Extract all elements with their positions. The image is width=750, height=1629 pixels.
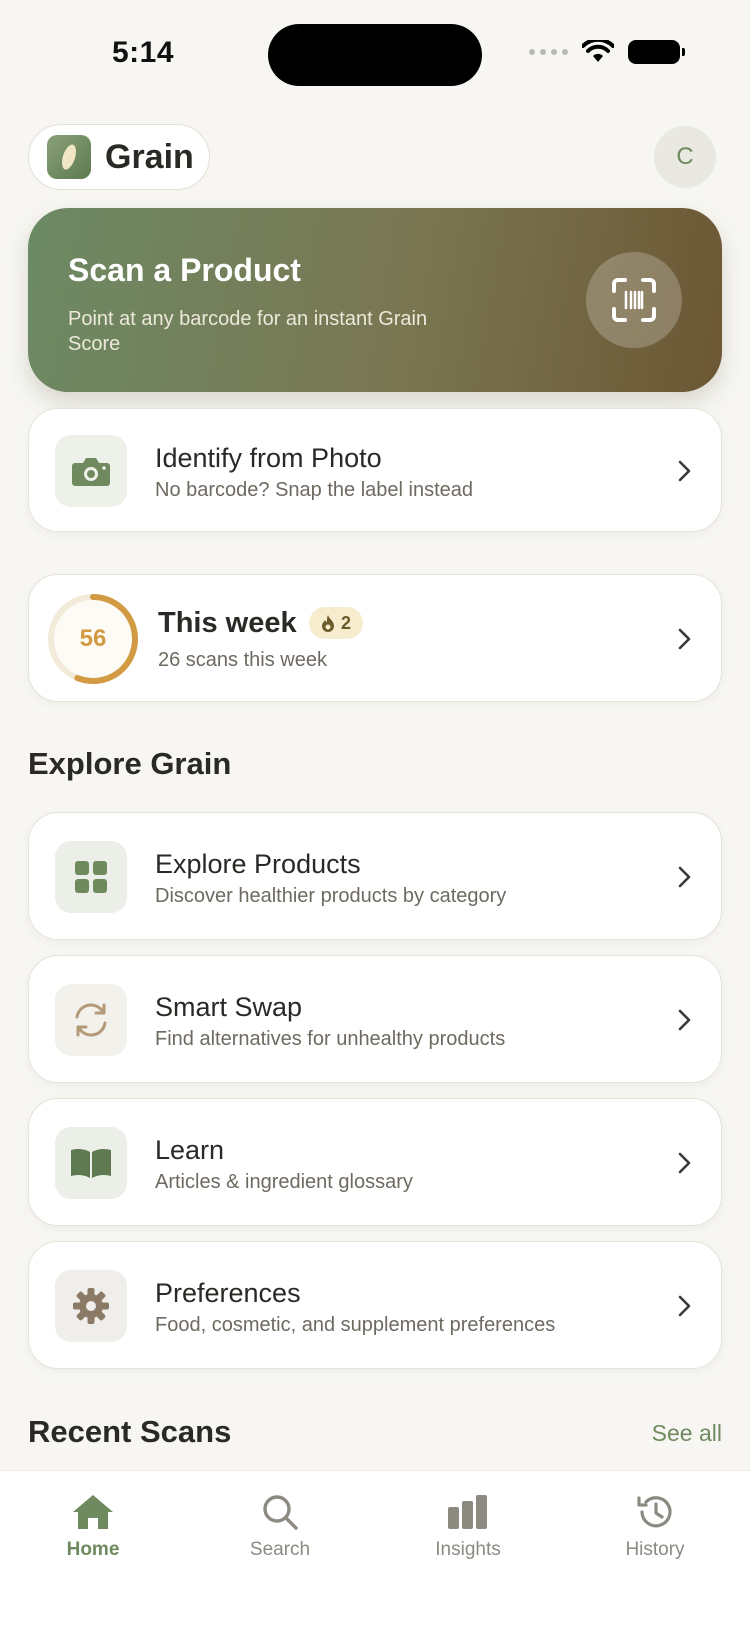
- tab-label: Home: [66, 1539, 120, 1560]
- explore-item-title: Smart Swap: [155, 992, 303, 1022]
- photo-subtitle: No barcode? Snap the label instead: [155, 479, 474, 501]
- flame-icon: [322, 615, 334, 632]
- learn-card[interactable]: Learn Articles & ingredient glossary: [28, 1098, 722, 1226]
- search-icon: [263, 1495, 298, 1530]
- status-time: 5:14: [112, 36, 175, 69]
- streak-count: 2: [341, 612, 352, 633]
- barcode-scan-icon: [612, 278, 656, 322]
- cellular-signal-icon: [529, 49, 568, 55]
- tab-search[interactable]: Search: [220, 1493, 340, 1561]
- see-all-link[interactable]: See all: [652, 1420, 722, 1447]
- tab-history[interactable]: History: [595, 1493, 715, 1561]
- week-title: This week: [158, 607, 297, 639]
- explore-item-title: Learn: [155, 1135, 225, 1165]
- chevron-right-icon: [675, 459, 695, 483]
- dynamic-island: [268, 24, 482, 86]
- photo-title: Identify from Photo: [155, 443, 382, 473]
- brand-name: Grain: [105, 137, 194, 176]
- explore-item-subtitle: Discover healthier products by category: [155, 885, 507, 907]
- tab-insights[interactable]: Insights: [408, 1493, 528, 1561]
- tab-label: History: [625, 1539, 685, 1560]
- explore-item-subtitle: Articles & ingredient glossary: [155, 1171, 413, 1193]
- tab-label: Insights: [435, 1539, 501, 1560]
- chevron-right-icon: [675, 865, 695, 889]
- explore-item-title: Preferences: [155, 1278, 301, 1308]
- book-icon: [55, 1127, 127, 1199]
- chevron-right-icon: [675, 1151, 695, 1175]
- scan-product-card[interactable]: Scan a Product Point at any barcode for …: [28, 208, 722, 392]
- tab-bar: Home Search Insights History: [0, 1470, 750, 1629]
- scan-barcode-button[interactable]: [586, 252, 682, 348]
- chevron-right-icon: [675, 1008, 695, 1032]
- chevron-right-icon: [675, 1294, 695, 1318]
- scan-subtitle: Point at any barcode for an instant Grai…: [68, 308, 428, 355]
- brand-pill[interactable]: Grain: [28, 124, 210, 190]
- explore-item-subtitle: Food, cosmetic, and supplement preferenc…: [155, 1314, 556, 1336]
- explore-item-title: Explore Products: [155, 849, 361, 879]
- battery-icon: [628, 40, 685, 64]
- swap-icon: [55, 984, 127, 1056]
- smart-swap-card[interactable]: Smart Swap Find alternatives for unhealt…: [28, 955, 722, 1083]
- weekly-score: 56: [79, 625, 107, 652]
- week-subtitle: 26 scans this week: [158, 649, 327, 671]
- wifi-icon: [582, 40, 614, 62]
- explore-products-card[interactable]: Explore Products Discover healthier prod…: [28, 812, 722, 940]
- preferences-card[interactable]: Preferences Food, cosmetic, and suppleme…: [28, 1241, 722, 1369]
- grain-logo-icon: [47, 135, 91, 179]
- camera-icon: [55, 435, 127, 507]
- explore-section-title: Explore Grain: [28, 746, 232, 781]
- gear-icon: [55, 1270, 127, 1342]
- explore-item-subtitle: Find alternatives for unhealthy products: [155, 1028, 506, 1050]
- bar-chart-icon: [448, 1495, 487, 1529]
- avatar[interactable]: C: [654, 126, 716, 188]
- weekly-score-card[interactable]: 56 This week 2 26 scans this week: [28, 574, 722, 702]
- streak-badge: 2: [309, 607, 364, 639]
- grid-icon: [55, 841, 127, 913]
- identify-photo-card[interactable]: Identify from Photo No barcode? Snap the…: [28, 408, 722, 532]
- status-indicators: [529, 40, 685, 64]
- recent-scans-title: Recent Scans: [28, 1414, 232, 1449]
- tab-home[interactable]: Home: [33, 1493, 153, 1561]
- history-icon: [637, 1496, 672, 1528]
- home-icon: [73, 1495, 113, 1529]
- chevron-right-icon: [675, 627, 695, 651]
- tab-label: Search: [249, 1539, 311, 1560]
